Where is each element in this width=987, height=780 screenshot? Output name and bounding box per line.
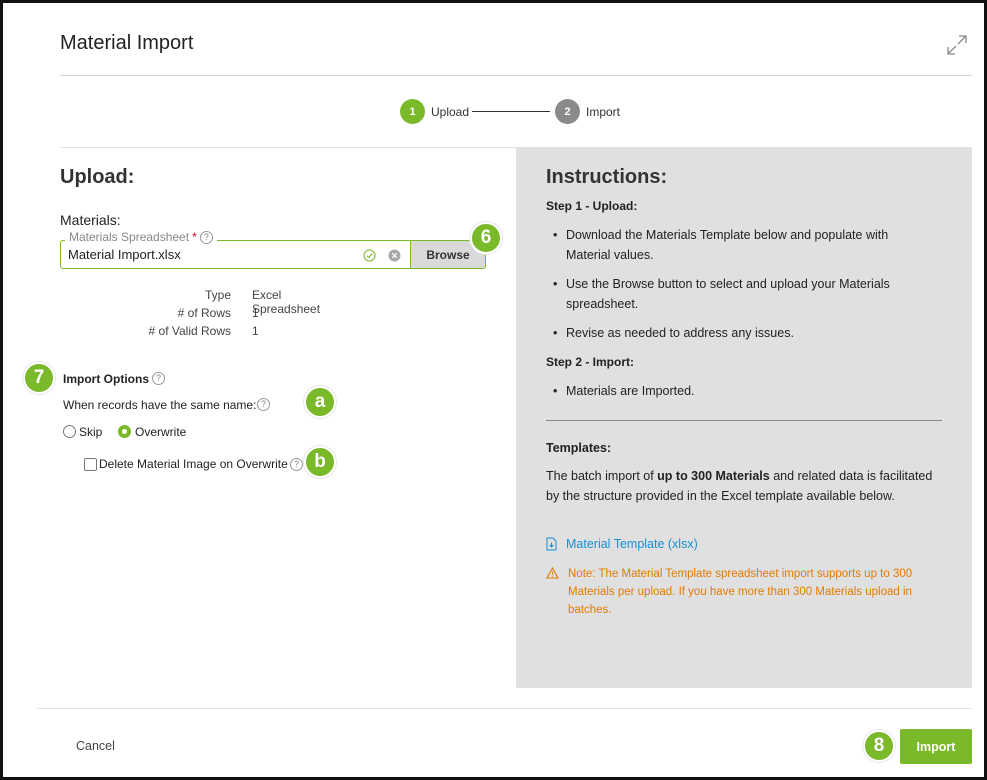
step-2-label: Import bbox=[586, 105, 621, 119]
instruction-bullet: Download the Materials Template below an… bbox=[553, 225, 923, 265]
required-marker: * bbox=[192, 230, 197, 244]
help-icon[interactable]: ? bbox=[290, 458, 303, 471]
file-type-key: Type bbox=[204, 288, 231, 302]
same-name-label: When records have the same name: bbox=[63, 398, 257, 412]
help-icon[interactable]: ? bbox=[152, 372, 165, 385]
valid-row-count-key: # of Valid Rows bbox=[148, 324, 231, 338]
skip-radio-label[interactable]: Skip bbox=[79, 425, 102, 439]
overwrite-radio-label[interactable]: Overwrite bbox=[135, 425, 186, 439]
help-icon[interactable]: ? bbox=[257, 398, 270, 411]
instruction-bullet: Use the Browse button to select and uplo… bbox=[553, 274, 923, 314]
skip-radio[interactable] bbox=[63, 425, 76, 438]
callout-badge-delete-image: b bbox=[304, 446, 336, 478]
stepper-connector bbox=[472, 111, 550, 112]
templates-description: The batch import of up to 300 Materials … bbox=[546, 467, 946, 506]
spreadsheet-field-label-text: Materials Spreadsheet bbox=[69, 230, 190, 244]
step-1-label: Upload bbox=[431, 105, 470, 119]
callout-badge-browse: 6 bbox=[470, 222, 502, 254]
download-file-icon[interactable] bbox=[546, 537, 557, 551]
warning-icon bbox=[546, 567, 559, 579]
materials-label: Materials: bbox=[60, 212, 121, 228]
step-2-heading: Step 2 - Import: bbox=[546, 355, 635, 369]
template-download-link[interactable]: Material Template (xlsx) bbox=[566, 537, 698, 551]
templates-heading: Templates: bbox=[546, 441, 612, 455]
dialog-title: Material Import bbox=[60, 32, 194, 54]
file-type-value: Excel Spreadsheet bbox=[252, 288, 321, 316]
templates-text-start: The batch import of bbox=[546, 469, 658, 483]
templates-text-emphasis: up to 300 Materials bbox=[657, 469, 770, 483]
step-1-indicator: 1 bbox=[400, 99, 425, 124]
instructions-heading: Instructions: bbox=[546, 166, 668, 188]
step-1-heading: Step 1 - Upload: bbox=[546, 199, 638, 213]
header-divider bbox=[60, 75, 972, 76]
expand-icon[interactable] bbox=[945, 33, 969, 57]
callout-badge-same-name: a bbox=[304, 386, 336, 418]
import-button[interactable]: Import bbox=[900, 729, 972, 764]
import-options-title: Import Options bbox=[63, 372, 149, 386]
row-count-value: 1 bbox=[252, 306, 259, 320]
upload-limit-note: Note: The Material Template spreadsheet … bbox=[568, 568, 913, 616]
help-icon[interactable]: ? bbox=[199, 230, 213, 244]
delete-image-checkbox[interactable] bbox=[84, 458, 97, 471]
material-import-dialog: Material Import 1 Upload 2 Import Upload… bbox=[0, 0, 987, 780]
delete-image-label[interactable]: Delete Material Image on Overwrite bbox=[99, 457, 288, 471]
upload-heading: Upload: bbox=[60, 166, 135, 188]
overwrite-radio[interactable] bbox=[118, 425, 131, 438]
clear-icon[interactable] bbox=[388, 249, 401, 262]
spreadsheet-file-name[interactable]: Material Import.xlsx bbox=[68, 247, 181, 262]
step-2-indicator: 2 bbox=[555, 99, 580, 124]
callout-badge-options: 7 bbox=[23, 362, 55, 394]
instruction-bullet: Revise as needed to address any issues. bbox=[553, 323, 923, 343]
row-count-key: # of Rows bbox=[177, 306, 231, 320]
spreadsheet-field-label: Materials Spreadsheet * ? bbox=[65, 230, 217, 244]
stepper-divider bbox=[60, 147, 516, 148]
callout-badge-import: 8 bbox=[863, 730, 895, 762]
valid-row-count-value: 1 bbox=[252, 324, 259, 338]
instruction-bullet: Materials are Imported. bbox=[553, 381, 923, 401]
check-circle-icon bbox=[363, 249, 376, 262]
cancel-button[interactable]: Cancel bbox=[76, 739, 115, 753]
footer-divider bbox=[37, 708, 972, 709]
instructions-divider bbox=[546, 420, 942, 421]
